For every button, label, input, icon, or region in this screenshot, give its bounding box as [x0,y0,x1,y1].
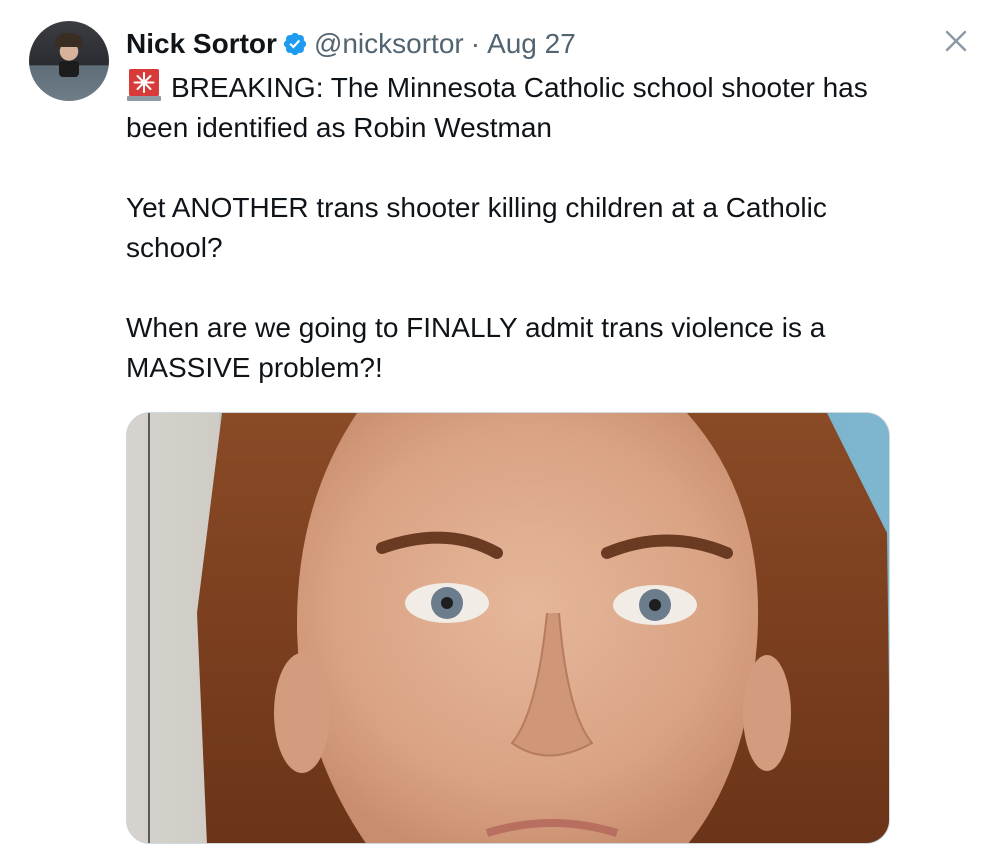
tweet-photo[interactable] [126,412,890,844]
avatar-hair [55,33,83,47]
tweet-card: Nick Sortor @nicksortor · Aug 27 BREAKIN… [0,0,992,864]
tweet-paragraph-2: Yet ANOTHER trans shooter killing childr… [126,192,827,263]
rotating-light-icon [126,68,162,102]
author-handle[interactable]: @nicksortor [314,28,464,60]
close-icon[interactable] [943,28,969,54]
tweet-paragraph-breaking: BREAKING: The Minnesota Catholic school … [126,68,926,148]
tweet-paragraph-1: BREAKING: The Minnesota Catholic school … [126,72,868,143]
photo-id-portrait [127,413,889,843]
paragraph-spacer [126,148,926,188]
tweet-paragraph-3: When are we going to FINALLY admit trans… [126,312,826,383]
tweet-date[interactable]: Aug 27 [487,28,576,60]
tweet-text: BREAKING: The Minnesota Catholic school … [126,68,926,388]
header-separator: · [470,28,481,59]
verified-badge-icon [282,31,308,57]
avatar[interactable] [29,21,109,101]
microphone-icon [59,61,79,77]
paragraph-spacer [126,268,926,308]
tweet-header: Nick Sortor @nicksortor · Aug 27 [126,24,576,64]
author-display-name[interactable]: Nick Sortor [126,28,277,60]
